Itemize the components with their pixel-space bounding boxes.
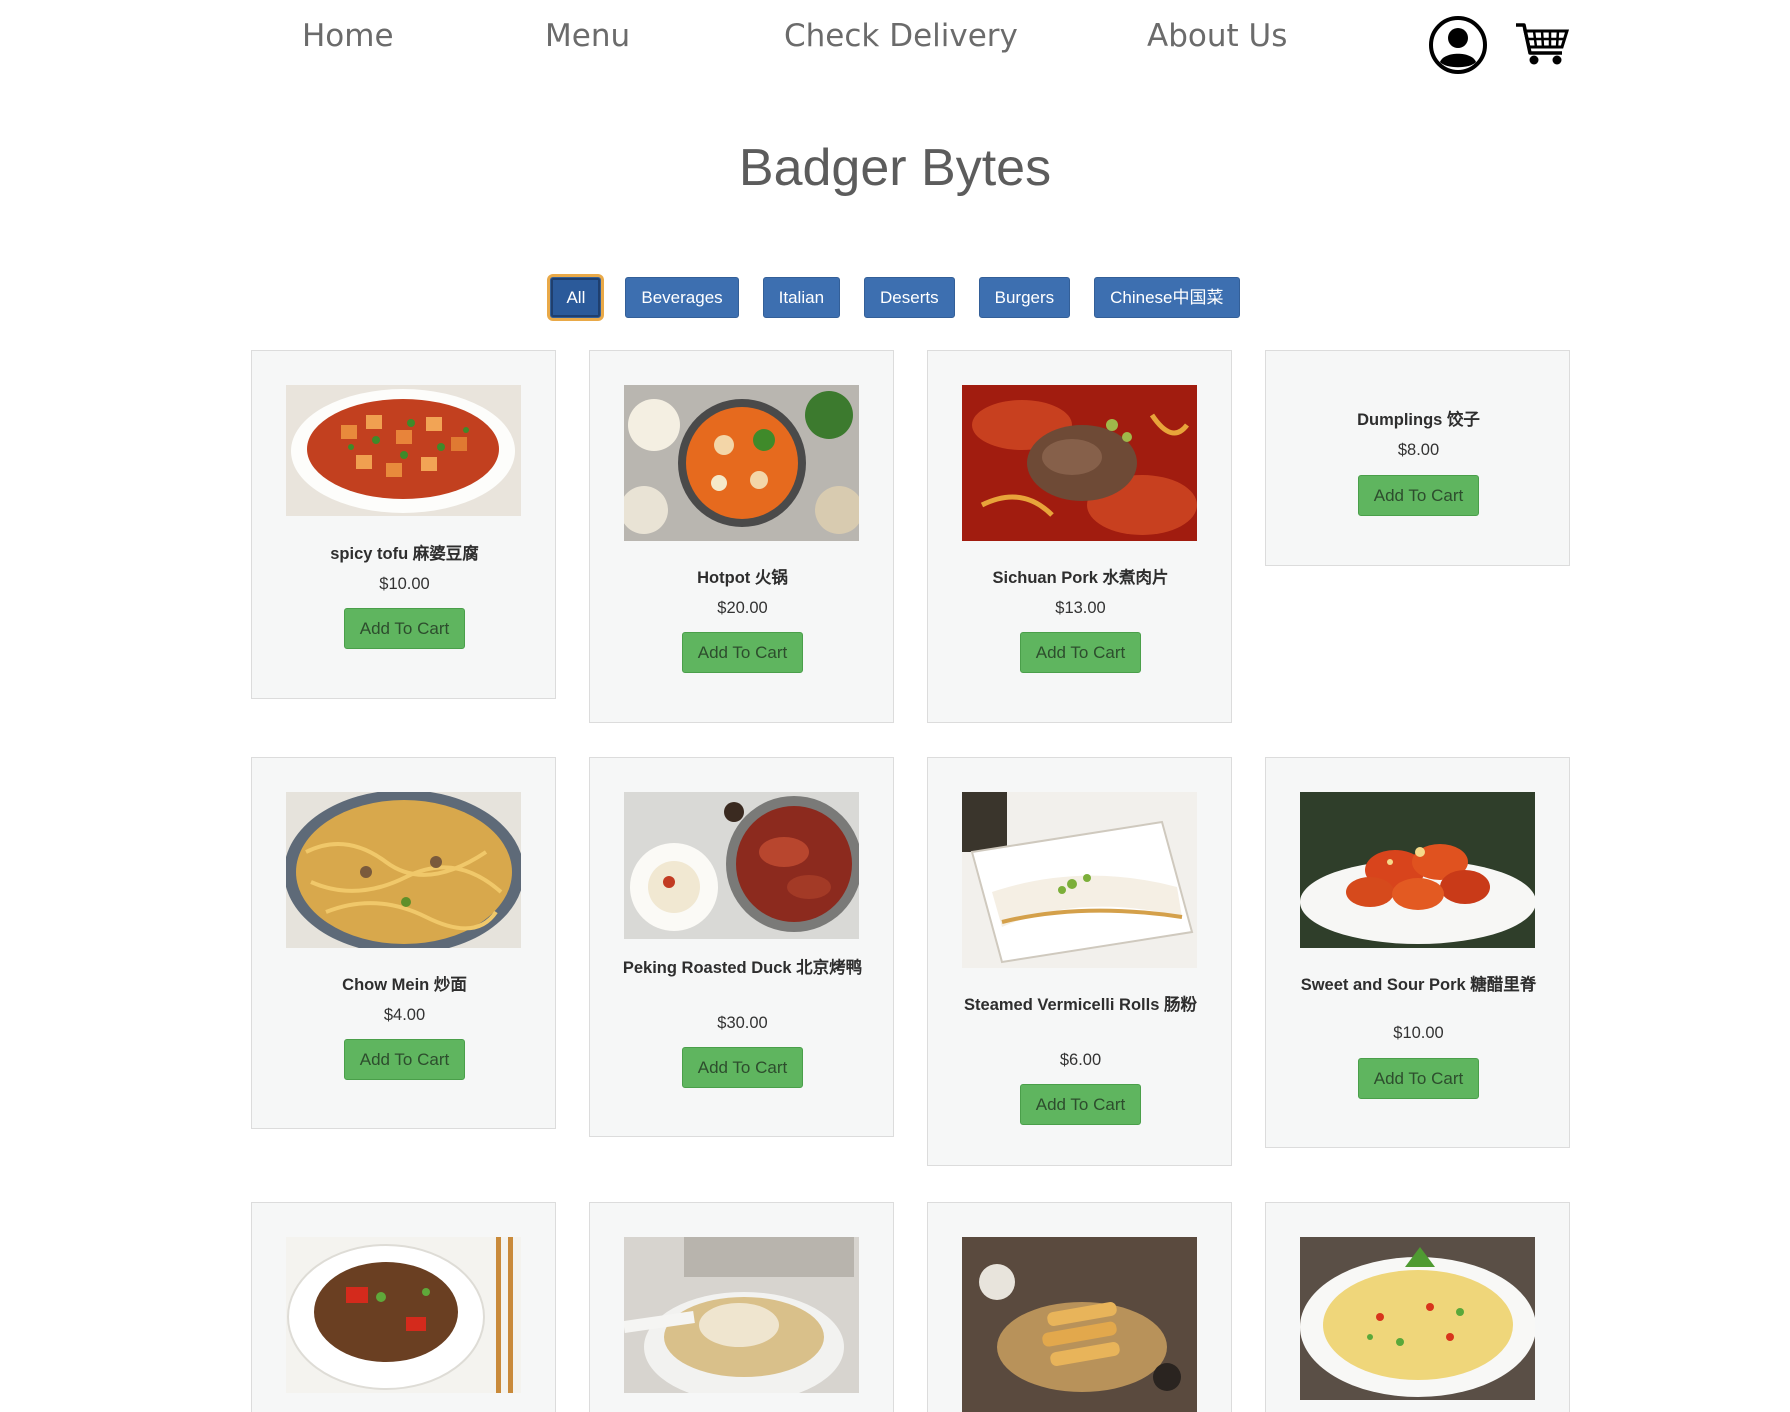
nav-check-delivery-link[interactable]: Check Delivery [784,18,1018,54]
menu-item-card [589,1202,894,1412]
peking-duck-image [624,792,859,939]
food-item-image [1300,1237,1535,1400]
item-name: Chow Mein 炒面 [342,976,467,994]
item-price: $8.00 [1397,441,1440,459]
filter-all-button[interactable]: All [550,277,602,318]
add-to-cart-button[interactable]: Add To Cart [1358,475,1479,516]
item-price: $10.00 [379,575,430,593]
food-item-image [962,1237,1197,1412]
item-price: $10.00 [1393,1024,1444,1042]
item-price: $30.00 [717,1014,768,1032]
menu-item-card [927,1202,1232,1412]
sichuan-pork-image [962,385,1197,541]
item-price: $4.00 [383,1006,426,1024]
menu-item-card: Dumplings 饺子 $8.00 Add To Cart [1265,350,1570,566]
menu-item-card [1265,1202,1570,1412]
item-name: Sweet and Sour Pork 糖醋里脊 [1300,976,1537,994]
menu-item-card: Sweet and Sour Pork 糖醋里脊 $10.00 Add To C… [1265,757,1570,1148]
menu-item-card: spicy tofu 麻婆豆腐 $10.00 Add To Cart [251,350,556,699]
item-price: $6.00 [1059,1051,1102,1069]
filter-chinese-button[interactable]: Chinese中国菜 [1094,277,1240,318]
add-to-cart-button[interactable]: Add To Cart [1020,632,1141,673]
item-name: Peking Roasted Duck 北京烤鸭 [622,959,863,977]
spicy-tofu-image [286,385,521,516]
food-item-image [286,1237,521,1393]
menu-item-card: Sichuan Pork 水煮肉片 $13.00 Add To Cart [927,350,1232,723]
add-to-cart-button[interactable]: Add To Cart [344,1039,465,1080]
category-filter-bar: All Beverages Italian Deserts Burgers Ch… [0,277,1790,318]
filter-italian-button[interactable]: Italian [762,277,841,318]
add-to-cart-button[interactable]: Add To Cart [682,632,803,673]
filter-beverages-button[interactable]: Beverages [625,277,739,318]
nav-about-us-link[interactable]: About Us [1147,18,1287,54]
vermicelli-rolls-image [962,792,1197,968]
chow-mein-image [286,792,521,948]
nav-menu-link[interactable]: Menu [545,18,630,54]
food-item-image [624,1237,859,1393]
item-name: Steamed Vermicelli Rolls 肠粉 [964,996,1197,1014]
add-to-cart-button[interactable]: Add To Cart [344,608,465,649]
hotpot-image [624,385,859,541]
sweet-sour-pork-image [1300,792,1535,948]
filter-deserts-button[interactable]: Deserts [864,277,955,318]
item-name: Dumplings 饺子 [1357,411,1480,429]
item-name: spicy tofu 麻婆豆腐 [330,545,479,563]
item-price: $13.00 [1055,599,1106,617]
filter-burgers-button[interactable]: Burgers [978,277,1071,318]
top-nav: Home Menu Check Delivery About Us [0,0,1790,84]
page-title: Badger Bytes [738,139,1052,197]
item-name: Hotpot 火锅 [697,569,788,587]
shopping-cart-icon[interactable] [1512,15,1572,75]
menu-item-card: Hotpot 火锅 $20.00 Add To Cart [589,350,894,723]
user-account-icon[interactable] [1428,15,1488,75]
item-price: $20.00 [717,599,768,617]
item-name: Sichuan Pork 水煮肉片 [992,569,1169,587]
add-to-cart-button[interactable]: Add To Cart [1020,1084,1141,1125]
menu-item-card [251,1202,556,1412]
add-to-cart-button[interactable]: Add To Cart [682,1047,803,1088]
menu-item-card: Steamed Vermicelli Rolls 肠粉 $6.00 Add To… [927,757,1232,1166]
nav-home-link[interactable]: Home [302,18,394,54]
menu-item-card: Chow Mein 炒面 $4.00 Add To Cart [251,757,556,1129]
menu-item-card: Peking Roasted Duck 北京烤鸭 $30.00 Add To C… [589,757,894,1137]
add-to-cart-button[interactable]: Add To Cart [1358,1058,1479,1099]
